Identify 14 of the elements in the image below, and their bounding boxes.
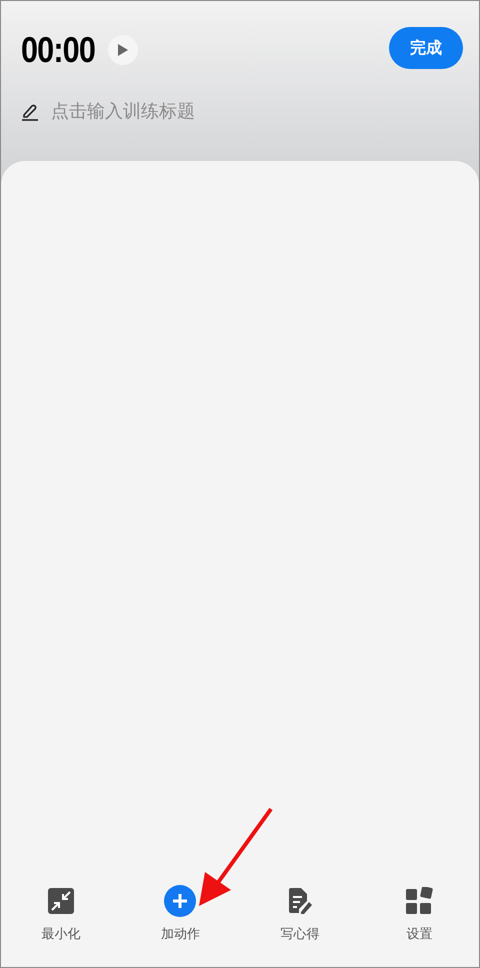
title-field[interactable]: 点击输入训练标题 — [51, 101, 351, 122]
play-button[interactable] — [108, 35, 138, 65]
minimize-icon — [48, 888, 74, 914]
nav-button[interactable]: 设置 — [399, 881, 440, 947]
play-icon — [118, 44, 128, 56]
nav-button[interactable]: 加动作 — [154, 881, 206, 947]
add-icon — [164, 885, 196, 917]
nav-button[interactable]: 最小化 — [35, 881, 86, 947]
pencil-icon — [21, 102, 39, 120]
timer: 00:00 — [21, 29, 96, 71]
done-button[interactable]: 完成 — [389, 27, 463, 69]
nav-button[interactable]: 写心得 — [274, 881, 326, 947]
note-edit-icon — [286, 887, 313, 915]
grid-icon — [405, 887, 434, 915]
